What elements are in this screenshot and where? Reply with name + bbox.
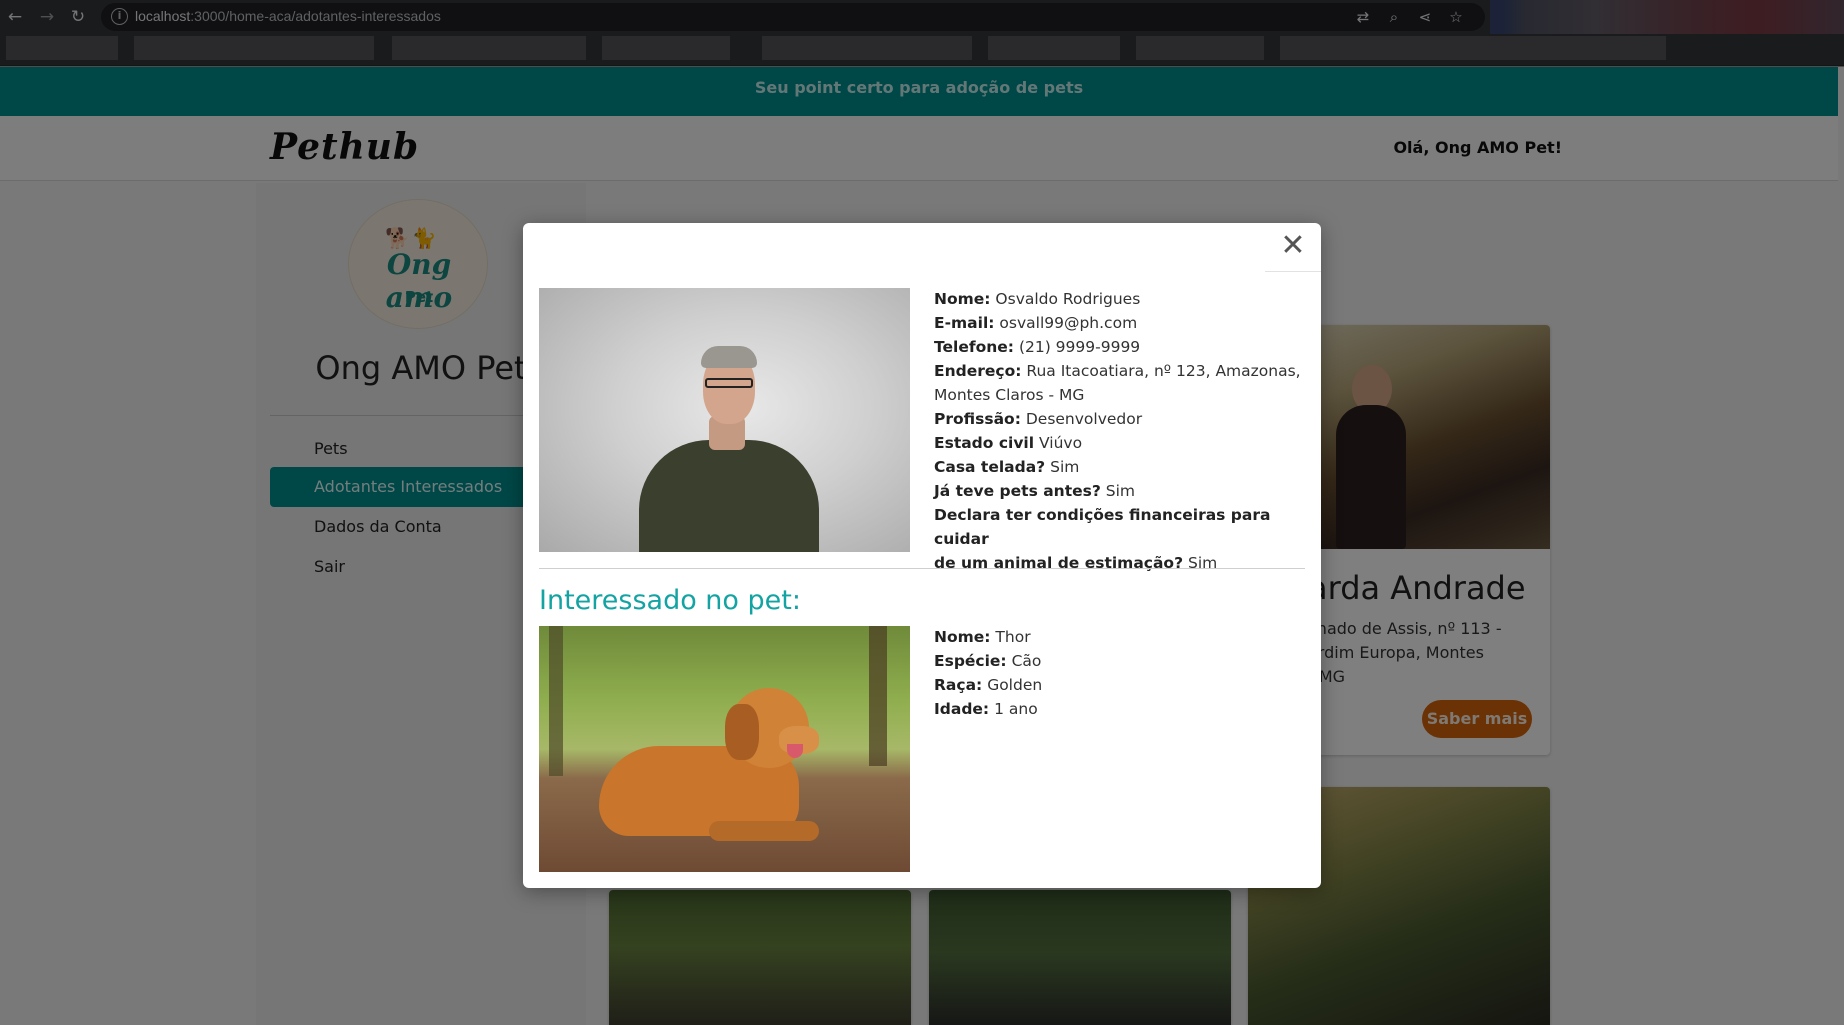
pet-name-row: Nome: Thor	[934, 628, 1031, 646]
adopter-address-row-cont: Montes Claros - MG	[934, 386, 1085, 404]
pet-photo	[539, 626, 910, 872]
adopter-had-pets-row: Já teve pets antes? Sim	[934, 482, 1136, 500]
close-icon[interactable]: ✕	[1277, 231, 1309, 263]
adopter-address-row: Endereço: Rua Itacoatiara, nº 123, Amazo…	[934, 362, 1301, 380]
adopter-email-row: E-mail: osvall99@ph.com	[934, 314, 1138, 332]
adopter-phone-row: Telefone: (21) 9999-9999	[934, 338, 1141, 356]
adopter-finance-row-cont: de um animal de estimação? Sim	[934, 554, 1218, 572]
pet-species-row: Espécie: Cão	[934, 652, 1042, 670]
pet-info: Nome: Thor Espécie: Cão Raça: Golden Ida…	[934, 625, 1042, 721]
pet-age-row: Idade: 1 ano	[934, 700, 1038, 718]
adopter-screened-house-row: Casa telada? Sim	[934, 458, 1080, 476]
modal-header-divider	[1265, 271, 1321, 272]
adopter-name-row: Nome: Osvaldo Rodrigues	[934, 290, 1141, 308]
adopter-details-modal: ✕ Nome: Osvaldo Rodrigues E-mail: osvall…	[523, 223, 1321, 888]
pet-breed-row: Raça: Golden	[934, 676, 1043, 694]
adopter-profession-row: Profissão: Desenvolvedor	[934, 410, 1143, 428]
adopter-finance-row: Declara ter condições financeiras para c…	[934, 506, 1271, 548]
modal-divider	[539, 568, 1305, 569]
adopter-civil-status-row: Estado civil Viúvo	[934, 434, 1083, 452]
adopter-info: Nome: Osvaldo Rodrigues E-mail: osvall99…	[934, 287, 1321, 575]
pet-section-heading: Interessado no pet:	[539, 585, 801, 616]
adopter-photo	[539, 288, 910, 552]
